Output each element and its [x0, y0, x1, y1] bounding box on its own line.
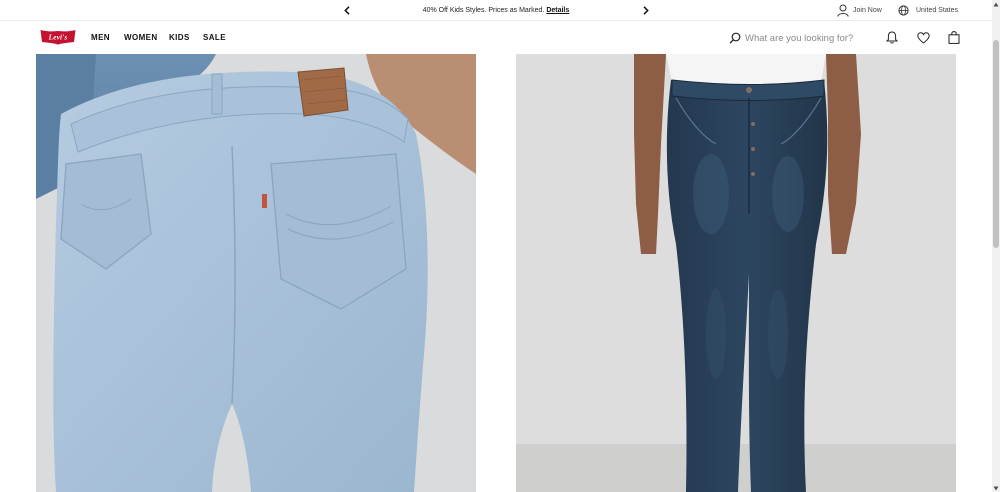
- search-input[interactable]: [745, 32, 863, 44]
- globe-icon: [898, 5, 909, 16]
- wishlist-button[interactable]: [916, 30, 930, 45]
- search-bar[interactable]: [729, 30, 869, 46]
- promo-text: 40% Off Kids Styles. Prices as Marked.: [422, 7, 545, 14]
- page-scrollbar[interactable]: [992, 0, 1000, 492]
- levis-logo[interactable]: Levi's: [40, 29, 76, 45]
- promo-message: 40% Off Kids Styles. Prices as Marked. D…: [360, 5, 632, 16]
- heart-icon: [916, 31, 930, 44]
- country-label: United States: [916, 7, 959, 14]
- scroll-up-button[interactable]: [992, 0, 1000, 8]
- scroll-down-button[interactable]: [992, 484, 1000, 492]
- join-now-link[interactable]: Join Now: [837, 3, 882, 18]
- country-selector[interactable]: United States: [898, 3, 958, 18]
- promo-prev-button[interactable]: [341, 4, 353, 17]
- hero-image-left[interactable]: [36, 54, 476, 492]
- chevron-right-icon: [643, 6, 649, 15]
- announcement-bar: 40% Off Kids Styles. Prices as Marked. D…: [0, 0, 992, 21]
- shopping-bag-icon: [948, 31, 960, 44]
- light-wash-jeans-image: [36, 54, 476, 492]
- triangle-up-icon: [993, 2, 999, 6]
- notifications-button[interactable]: [885, 30, 899, 45]
- hero-image-right[interactable]: [516, 54, 956, 492]
- chevron-left-icon: [344, 6, 350, 15]
- nav-women[interactable]: WOMEN: [124, 33, 158, 42]
- promo-next-button[interactable]: [640, 4, 652, 17]
- nav-sale[interactable]: SALE: [203, 33, 226, 42]
- join-now-label: Join Now: [853, 7, 882, 14]
- nav-men[interactable]: MEN: [91, 33, 110, 42]
- scroll-thumb[interactable]: [993, 40, 999, 248]
- shopping-bag-button[interactable]: [947, 30, 961, 45]
- promo-details-link[interactable]: Details: [546, 7, 569, 14]
- main-header: Levi's MEN WOMEN KIDS SALE: [0, 21, 992, 54]
- search-icon: [729, 32, 741, 44]
- nav-kids[interactable]: KIDS: [169, 33, 190, 42]
- logo-mark: Levi's: [40, 30, 76, 45]
- svg-text:Levi's: Levi's: [48, 33, 68, 41]
- bell-icon: [886, 31, 898, 44]
- triangle-down-icon: [993, 486, 999, 490]
- dark-wash-jeans-image: [516, 54, 956, 492]
- user-icon: [837, 4, 849, 17]
